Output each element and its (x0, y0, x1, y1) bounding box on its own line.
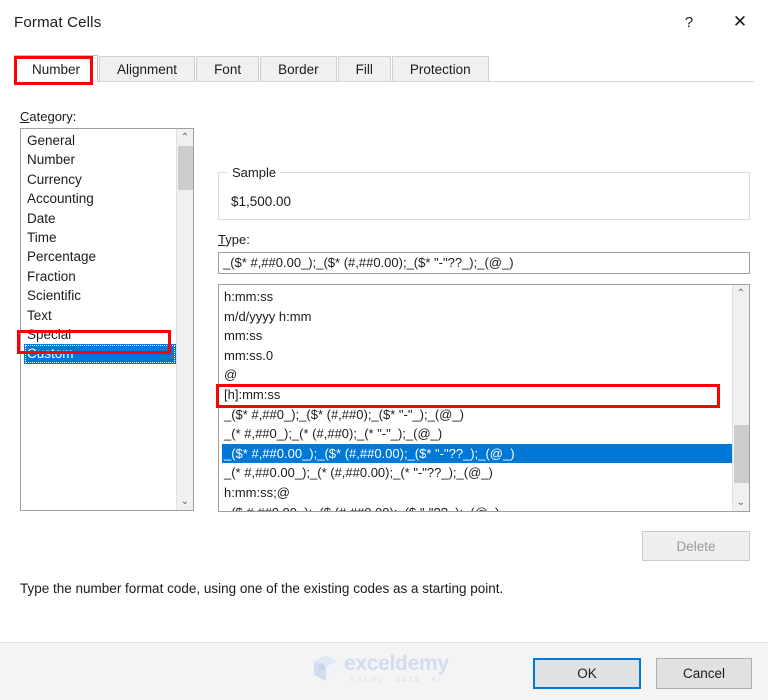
type-item[interactable]: _($* #,##0.00_);_($* (#,##0.00);_($* "-"… (222, 443, 732, 464)
category-item-general[interactable]: General (24, 131, 176, 150)
sample-groupbox (218, 172, 750, 220)
category-listbox[interactable]: General Number Currency Accounting Date Time P… (20, 128, 194, 511)
watermark-text: exceldemy EXCEL · DATA · BI (344, 653, 449, 684)
type-item[interactable]: _(* #,##0_);_(* (#,##0);_(* "-"_);_(@_) (222, 424, 732, 444)
category-scroll-down-icon[interactable]: ⌄ (177, 493, 193, 510)
tab-fill[interactable]: Fill (337, 56, 391, 82)
hint-text: Type the number format code, using one o… (20, 581, 504, 596)
category-scroll-up-icon[interactable]: ⌃ (177, 129, 193, 146)
type-scroll-up-icon[interactable]: ⌃ (733, 285, 749, 302)
tab-strip-underline (14, 81, 754, 82)
category-item-number[interactable]: Number (24, 150, 176, 169)
type-item[interactable]: mm:ss.0 (222, 346, 732, 366)
exceldemy-watermark: exceldemy EXCEL · DATA · BI (313, 650, 459, 686)
type-input[interactable]: _($* #,##0.00_);_($* (#,##0.00);_($* "-"… (218, 252, 750, 274)
type-item[interactable]: mm:ss (222, 326, 732, 346)
type-scroll-down-icon[interactable]: ⌄ (733, 494, 749, 511)
category-item-fraction[interactable]: Fraction (24, 267, 176, 286)
title-bar: Format Cells ? ✕ (0, 0, 768, 44)
category-item-date[interactable]: Date (24, 209, 176, 228)
type-item[interactable]: [h]:mm:ss (222, 385, 732, 405)
dialog-body: Number Alignment Font Border Fill Protection … (0, 44, 768, 642)
category-scrollbar[interactable]: ⌃ ⌄ (176, 129, 193, 510)
window-title: Format Cells (14, 13, 102, 31)
category-item-text[interactable]: Text (24, 306, 176, 325)
tab-protection[interactable]: Protection (391, 56, 489, 82)
type-item[interactable]: m/d/yyyy h:mm (222, 307, 732, 327)
category-item-time[interactable]: Time (24, 228, 176, 247)
cancel-button[interactable]: Cancel (656, 658, 752, 689)
type-item[interactable]: h:mm:ss;@ (222, 483, 732, 503)
close-icon[interactable]: ✕ (712, 0, 768, 44)
category-item-special[interactable]: Special (24, 325, 176, 344)
category-item-percentage[interactable]: Percentage (24, 247, 176, 266)
delete-button[interactable]: Delete (642, 531, 750, 561)
tab-border[interactable]: Border (260, 56, 337, 82)
type-item[interactable]: @ (222, 365, 732, 385)
watermark-name: exceldemy (344, 651, 449, 675)
watermark-tagline: EXCEL · DATA · BI (350, 674, 442, 684)
sample-value: $1,500.00 (231, 194, 292, 209)
ok-button[interactable]: OK (533, 658, 641, 689)
type-listbox[interactable]: h:mm:ss m/d/yyyy h:mm mm:ss mm:ss.0 @ [h]:mm:… (218, 284, 750, 512)
category-items: General Number Currency Accounting Date Time P… (21, 129, 176, 510)
category-label: Category: (20, 109, 77, 124)
type-item[interactable]: _($ #,##0.00_);_($ (#,##0.00);_($ "-"??_… (222, 503, 732, 511)
type-item[interactable]: _($* #,##0_);_($* (#,##0);_($* "-"_);_(@… (222, 405, 732, 425)
type-scrollbar[interactable]: ⌃ ⌄ (732, 285, 749, 511)
category-item-currency[interactable]: Currency (24, 170, 176, 189)
type-item[interactable]: h:mm:ss (222, 287, 732, 307)
category-scroll-thumb[interactable] (178, 146, 193, 190)
type-scroll-thumb[interactable] (734, 425, 749, 483)
tab-alignment[interactable]: Alignment (99, 56, 196, 82)
sample-caption: Sample (228, 165, 281, 180)
type-items: h:mm:ss m/d/yyyy h:mm mm:ss mm:ss.0 @ [h]:mm:… (219, 285, 732, 511)
category-item-custom[interactable]: Custom (24, 344, 176, 364)
window-controls: ? ✕ (666, 0, 768, 44)
tab-font[interactable]: Font (196, 56, 260, 82)
help-icon[interactable]: ? (666, 0, 712, 44)
category-item-accounting[interactable]: Accounting (24, 189, 176, 208)
category-item-scientific[interactable]: Scientific (24, 286, 176, 305)
tab-number[interactable]: Number (14, 55, 99, 82)
type-label: Type: (218, 232, 250, 247)
tab-strip: Number Alignment Font Border Fill Protection (14, 55, 754, 82)
cube-logo-icon (314, 655, 338, 681)
type-item[interactable]: _(* #,##0.00_);_(* (#,##0.00);_(* "-"??_… (222, 463, 732, 483)
